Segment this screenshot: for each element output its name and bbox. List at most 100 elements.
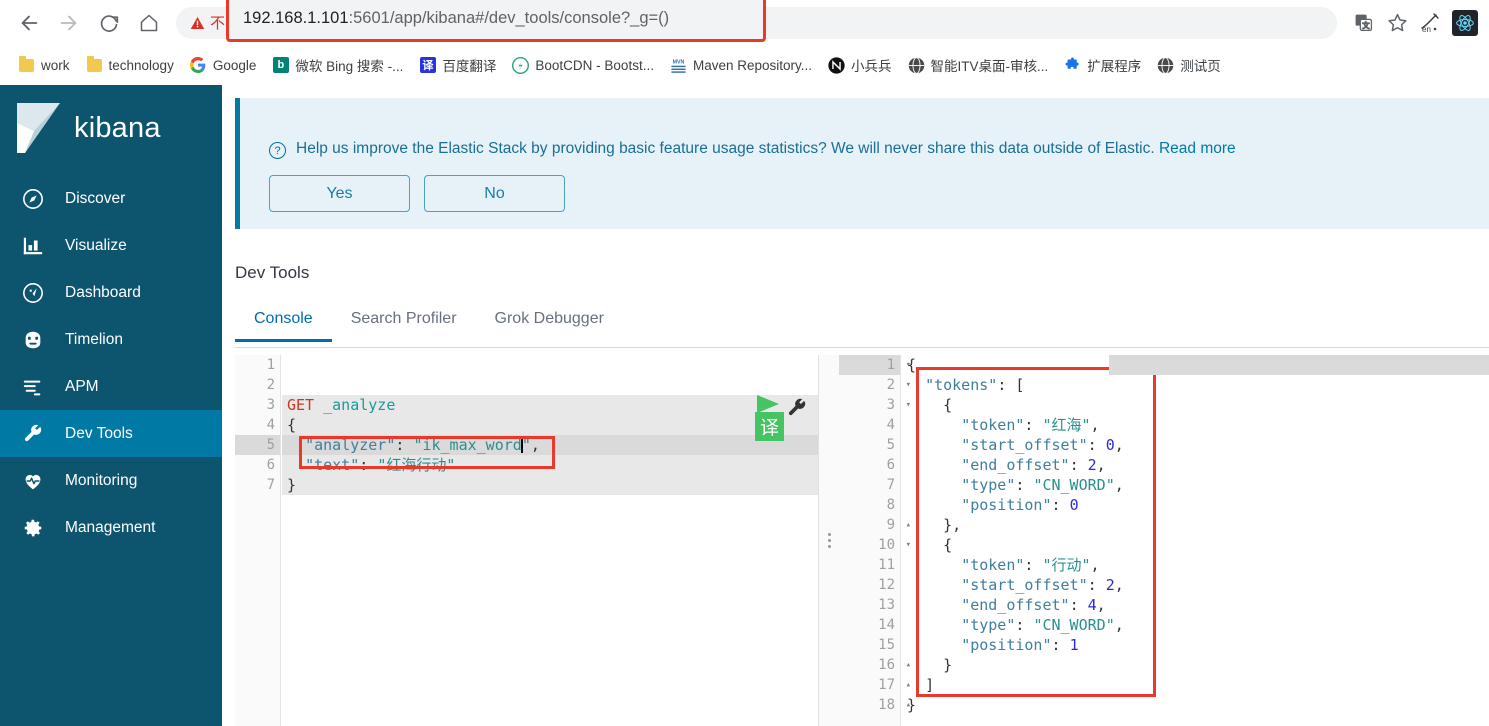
apm-lines-icon bbox=[21, 375, 45, 399]
request-editor[interactable]: 1 2 3 4▾ 5 6 7▴ GET _analyze { "analyzer… bbox=[235, 355, 819, 726]
code-line: { bbox=[943, 536, 953, 554]
sidebar-item-visualize[interactable]: Visualize bbox=[0, 222, 222, 269]
code-line: "start_offset": 2, bbox=[961, 576, 1124, 594]
line-number: 16 ▴ bbox=[878, 657, 911, 673]
svg-text:文: 文 bbox=[1362, 21, 1369, 30]
translate-icon[interactable]: G文 bbox=[1347, 7, 1379, 39]
code-line-method: GET _analyze bbox=[282, 395, 818, 415]
code-line: "end_offset": 2, bbox=[961, 456, 1106, 474]
address-bar[interactable]: 不安全 192.168.1.101:5601/app/kibana#/dev_t… bbox=[176, 0, 1337, 42]
bookmark-xiaobingbing[interactable]: 小兵兵 bbox=[820, 51, 900, 79]
sidebar-item-dev-tools[interactable]: Dev Tools bbox=[0, 410, 222, 457]
sidebar-item-monitoring[interactable]: Monitoring bbox=[0, 457, 222, 504]
baidu-translate-icon: 译 bbox=[419, 57, 436, 74]
line-number: 1 ▾ bbox=[839, 355, 911, 375]
telemetry-yes-button[interactable]: Yes bbox=[269, 175, 410, 212]
extension-puzzle-icon bbox=[1064, 57, 1081, 74]
line-number: 6 bbox=[266, 457, 275, 473]
bookmark-bing[interactable]: b 微软 Bing 搜索 -... bbox=[264, 51, 411, 79]
type-value: CN_WORD bbox=[1042, 616, 1106, 634]
bookmark-maven[interactable]: MVN Maven Repository... bbox=[662, 53, 820, 78]
console-action-widgets[interactable]: 译 bbox=[753, 395, 813, 447]
banner-actions: Yes No bbox=[269, 175, 565, 212]
sidebar: kibana Discover Visualize Dashboard Time… bbox=[0, 85, 222, 726]
line-number: 15 bbox=[878, 637, 895, 653]
react-devtools-icon[interactable] bbox=[1449, 7, 1481, 39]
tab-search-profiler[interactable]: Search Profiler bbox=[332, 300, 476, 342]
line-number: 14 bbox=[878, 617, 895, 633]
token-value: 红海 bbox=[1051, 416, 1082, 434]
pane-splitter[interactable] bbox=[819, 355, 839, 726]
sidebar-item-label: APM bbox=[65, 377, 99, 395]
sidebar-item-apm[interactable]: APM bbox=[0, 363, 222, 410]
kibana-logo bbox=[17, 103, 60, 153]
bookmark-star-icon[interactable] bbox=[1381, 7, 1413, 39]
text-cursor bbox=[520, 437, 523, 453]
response-code: { "tokens": [ { "token": "红海", "start_of… bbox=[902, 355, 1489, 726]
reload-button[interactable] bbox=[92, 6, 126, 40]
globe-icon bbox=[1157, 56, 1174, 74]
url-host: 192.168.1.101 bbox=[243, 9, 349, 27]
response-editor[interactable]: 1 ▾ 2 ▾ 3 ▾ 4 5 6 7 8 9 ▴ 10 ▾ 11 12 13 14 15… bbox=[839, 355, 1489, 726]
code-line: } bbox=[943, 656, 953, 674]
code-line: }, bbox=[943, 516, 962, 534]
browser-toolbar: 不安全 192.168.1.101:5601/app/kibana#/dev_t… bbox=[0, 0, 1489, 45]
heart-pulse-icon bbox=[21, 469, 45, 493]
sidebar-item-timelion[interactable]: Timelion bbox=[0, 316, 222, 363]
bookmark-google[interactable]: Google bbox=[182, 53, 265, 78]
sidebar-item-label: Timelion bbox=[65, 330, 123, 348]
bar-chart-icon bbox=[21, 234, 45, 258]
bookmark-test-page[interactable]: 测试页 bbox=[1149, 51, 1229, 79]
line-number: 8 bbox=[886, 497, 895, 513]
chrome-actions: G文 en bbox=[1347, 7, 1489, 39]
response-active-line-highlight bbox=[1109, 355, 1489, 375]
response-gutter: 1 ▾ 2 ▾ 3 ▾ 4 5 6 7 8 9 ▴ 10 ▾ 11 12 13 14 15… bbox=[839, 355, 911, 726]
telemetry-banner: ? Help us improve the Elastic Stack by p… bbox=[235, 98, 1489, 229]
bookmark-label: BootCDN - Bootst... bbox=[535, 57, 654, 73]
bookmark-label: 小兵兵 bbox=[851, 59, 892, 74]
url-highlight-box[interactable]: 192.168.1.101:5601/app/kibana#/dev_tools… bbox=[226, 0, 766, 42]
line-number: 11 bbox=[878, 557, 895, 573]
home-button[interactable] bbox=[132, 6, 166, 40]
tab-console[interactable]: Console bbox=[235, 300, 332, 342]
folder-icon bbox=[18, 55, 35, 74]
translate-badge-icon[interactable]: 译 bbox=[755, 412, 784, 441]
bookmark-bootcdn[interactable]: BootCDN - Bootst... bbox=[504, 53, 662, 78]
bookmark-extensions[interactable]: 扩展程序 bbox=[1056, 51, 1149, 79]
sidebar-item-discover[interactable]: Discover bbox=[0, 175, 222, 222]
bookmark-work[interactable]: work bbox=[10, 53, 78, 78]
sidebar-item-label: Management bbox=[65, 518, 156, 536]
code-line: "type": "CN_WORD", bbox=[961, 476, 1124, 494]
bookmarks-bar: work technology Google b 微软 Bing 搜索 -...… bbox=[0, 45, 1489, 85]
pen-en-icon[interactable]: en bbox=[1415, 7, 1447, 39]
request-code[interactable]: GET _analyze { "analyzer": "ik_max_word"… bbox=[282, 355, 818, 726]
svg-text:MVN: MVN bbox=[673, 60, 685, 66]
bookmark-baidu-translate[interactable]: 译 百度翻译 bbox=[411, 51, 504, 79]
line-number: 6 bbox=[886, 457, 895, 473]
bing-icon: b bbox=[272, 57, 289, 74]
line-number: 10 ▾ bbox=[878, 537, 911, 553]
forward-button[interactable] bbox=[52, 6, 86, 40]
sidebar-item-label: Dev Tools bbox=[65, 424, 133, 442]
main-content: ? Help us improve the Elastic Stack by p… bbox=[222, 85, 1489, 726]
sidebar-item-dashboard[interactable]: Dashboard bbox=[0, 269, 222, 316]
page-title: Dev Tools bbox=[235, 263, 310, 282]
bookmark-technology[interactable]: technology bbox=[78, 53, 182, 78]
read-more-link[interactable]: Read more bbox=[1159, 140, 1236, 157]
kibana-brand[interactable]: kibana bbox=[0, 85, 222, 153]
sidebar-item-management[interactable]: Management bbox=[0, 504, 222, 551]
request-path: _analyze bbox=[323, 396, 396, 414]
bookmark-label: 微软 Bing 搜索 -... bbox=[295, 59, 404, 74]
play-triangle-icon[interactable] bbox=[757, 395, 779, 413]
line-number: 18 ▴ bbox=[878, 697, 911, 713]
token-value: 行动 bbox=[1051, 556, 1082, 574]
url-rest: :5601/app/kibana#/dev_tools/console?_g=(… bbox=[348, 9, 670, 27]
tab-grok-debugger[interactable]: Grok Debugger bbox=[476, 300, 623, 342]
drag-handle-icon[interactable] bbox=[827, 530, 831, 551]
wrench-icon[interactable] bbox=[786, 397, 808, 424]
telemetry-no-button[interactable]: No bbox=[424, 175, 565, 212]
back-button[interactable] bbox=[12, 6, 46, 40]
timelion-icon bbox=[21, 328, 45, 352]
line-number: 12 bbox=[878, 577, 895, 593]
bookmark-itv[interactable]: 智能ITV桌面-审核... bbox=[900, 51, 1057, 79]
